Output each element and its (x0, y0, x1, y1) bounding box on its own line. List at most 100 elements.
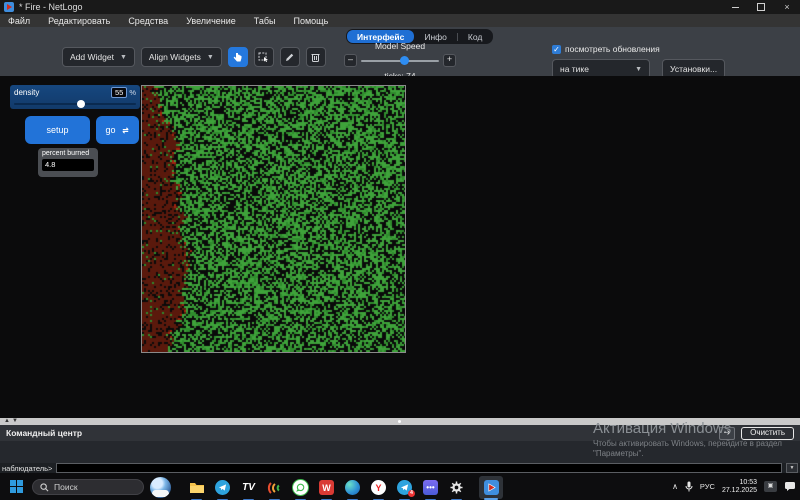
update-mode-value: на тике (560, 64, 589, 74)
select-tool-button[interactable] (228, 47, 248, 67)
chevron-down-icon: ▼ (635, 66, 642, 73)
yandex-browser-icon: Y (371, 480, 386, 495)
tray-overflow-chevron-icon[interactable]: ∧ (672, 482, 678, 491)
search-placeholder: Поиск (54, 482, 78, 492)
marquee-select-tool-button[interactable] (254, 47, 274, 67)
notification-badge: 4 (408, 490, 415, 497)
monitor-value: 4.8 (42, 159, 94, 171)
maximize-button[interactable] (748, 0, 774, 14)
model-speed-label: Model Speed (344, 41, 456, 51)
taskbar-item-whatsapp[interactable] (292, 479, 309, 496)
notifications-icon[interactable] (784, 481, 796, 492)
speed-slider[interactable] (361, 60, 439, 62)
view-updates-control: ✓ посмотреть обновления на тике ▼ Устано… (552, 44, 725, 79)
title-bar: * Fire - NetLogo × (0, 0, 800, 14)
edit-tool-button[interactable] (280, 47, 300, 67)
pencil-icon (284, 52, 295, 63)
edge-icon (345, 480, 360, 495)
command-center-header: Командный центр ➔ Очистить (0, 425, 800, 441)
language-indicator[interactable]: РУС (700, 482, 715, 491)
taskbar-item-telegram[interactable] (214, 479, 231, 496)
taskbar-item-tv[interactable]: TV (240, 479, 257, 496)
view-updates-checkbox[interactable]: ✓ (552, 45, 561, 54)
add-widget-dropdown[interactable]: Add Widget ▼ (62, 47, 135, 67)
command-history-dropdown[interactable]: ▼ (786, 463, 798, 473)
time: 10:53 (722, 479, 757, 487)
taskbar-search[interactable]: Поиск (32, 479, 144, 495)
tab-code[interactable]: Код (458, 30, 492, 43)
messenger-icon: 4 (397, 480, 412, 495)
clock[interactable]: 10:53 27.12.2025 (722, 479, 757, 495)
command-prompt-row: наблюдатель> ▼ (0, 463, 800, 473)
density-slider-widget[interactable]: density 55 % (10, 85, 140, 109)
taskbar: Поиск TV (0, 473, 800, 500)
taskbar-item-wps[interactable]: W (318, 479, 335, 496)
toolbar: Интерфейс Инфо Код Add Widget ▼ Align Wi… (0, 27, 800, 76)
command-input[interactable] (56, 463, 782, 473)
telegram-icon (215, 480, 230, 495)
add-widget-label: Add Widget (70, 52, 114, 62)
taskbar-item-messenger[interactable]: 4 (396, 479, 413, 496)
trash-icon (310, 52, 321, 63)
messages-icon: ••• (423, 480, 438, 495)
export-output-button[interactable]: ➔ (719, 427, 735, 440)
start-button[interactable] (10, 480, 23, 493)
view-updates-label: посмотреть обновления (565, 44, 660, 54)
taskbar-item-settings[interactable] (448, 479, 465, 496)
menu-edit[interactable]: Редактировать (48, 16, 110, 26)
clear-output-button[interactable]: Очистить (741, 427, 794, 440)
command-center-output[interactable] (0, 441, 800, 463)
chevron-down-icon: ▼ (207, 54, 214, 61)
minimize-button[interactable] (722, 0, 748, 14)
hand-pointer-icon (232, 52, 243, 63)
setup-button-label: setup (46, 125, 68, 135)
gear-icon (450, 481, 463, 494)
netlogo-window: * Fire - NetLogo × Файл Редактировать Ср… (0, 0, 800, 500)
go-button[interactable]: go (96, 116, 139, 144)
setup-button[interactable]: setup (25, 116, 90, 144)
density-value-box[interactable]: 55 (111, 87, 127, 98)
density-slider-track[interactable] (14, 103, 136, 105)
taskbar-item-edge[interactable] (344, 479, 361, 496)
forever-loop-icon (121, 126, 130, 135)
monitor-label: percent burned (42, 150, 94, 157)
speed-slider-thumb[interactable] (400, 56, 409, 65)
fire-simulation-view[interactable] (142, 86, 405, 352)
menu-tools[interactable]: Средства (128, 16, 168, 26)
taskbar-item-yandex[interactable]: Y (370, 479, 387, 496)
go-button-label: go (105, 125, 115, 135)
system-tray: ∧ РУС 10:53 27.12.2025 ▣ (672, 473, 796, 500)
close-button[interactable]: × (774, 0, 800, 14)
weather-widget-icon[interactable] (150, 477, 171, 498)
command-center-splitter[interactable]: ▲▼ (0, 418, 800, 425)
settings-button-label: Установки... (670, 64, 717, 74)
delete-tool-button[interactable] (306, 47, 326, 67)
speed-slower-button[interactable]: – (344, 54, 357, 67)
taskbar-item-explorer[interactable] (188, 479, 205, 496)
netlogo-icon (484, 480, 499, 495)
menu-zoom[interactable]: Увеличение (186, 16, 236, 26)
menu-tabs[interactable]: Табы (254, 16, 276, 26)
tv-logo-icon: TV (242, 482, 255, 493)
microphone-icon[interactable] (685, 481, 693, 492)
date: 27.12.2025 (722, 487, 757, 495)
menu-help[interactable]: Помощь (294, 16, 329, 26)
align-widgets-dropdown[interactable]: Align Widgets ▼ (141, 47, 222, 67)
world-view[interactable] (141, 85, 406, 353)
taskbar-item-netlogo-active[interactable] (479, 476, 503, 499)
splitter-grip-icon (398, 420, 401, 423)
menu-file[interactable]: Файл (8, 16, 30, 26)
tray-app-icon[interactable]: ▣ (764, 481, 777, 492)
splitter-arrows-icon[interactable]: ▲▼ (4, 418, 20, 425)
marquee-select-icon (258, 52, 269, 63)
whatsapp-icon (292, 479, 309, 496)
density-unit: % (129, 88, 136, 97)
observer-prompt-label: наблюдатель> (2, 464, 52, 473)
speed-faster-button[interactable]: + (443, 54, 456, 67)
taskbar-item-messages[interactable]: ••• (422, 479, 439, 496)
taskbar-item-media[interactable] (266, 479, 283, 496)
density-slider-thumb[interactable] (77, 100, 85, 108)
align-widgets-label: Align Widgets (149, 52, 201, 62)
command-center-title: Командный центр (6, 428, 82, 438)
model-speed-control: Model Speed – + ticks: 74 (344, 41, 456, 81)
